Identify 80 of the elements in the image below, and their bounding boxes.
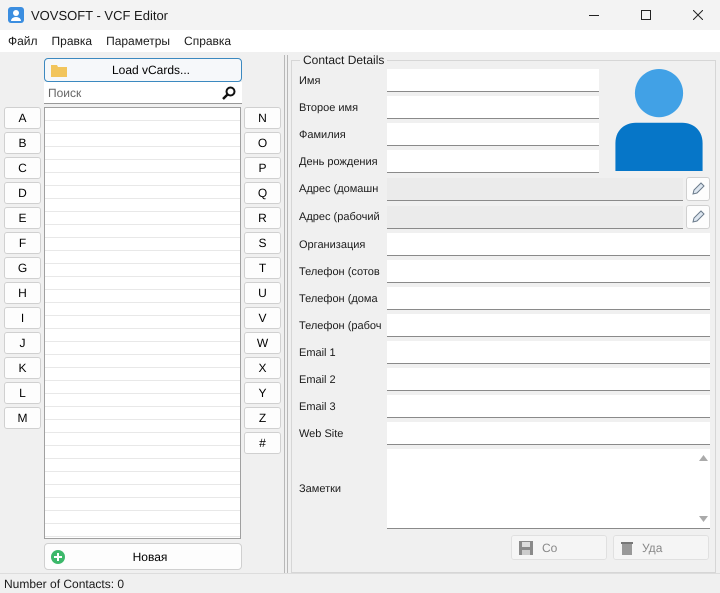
letter-button[interactable]: B — [4, 132, 41, 154]
menu-item[interactable]: Файл — [8, 34, 38, 48]
pencil-icon — [690, 181, 706, 197]
window-title: VOVSOFT - VCF Editor — [31, 8, 170, 22]
search-field[interactable]: Поиск — [44, 82, 242, 104]
text-field[interactable] — [387, 260, 710, 283]
letter-button[interactable]: Q — [244, 182, 281, 204]
letter-button[interactable]: K — [4, 357, 41, 379]
scroll-down-icon — [698, 516, 708, 522]
text-field[interactable] — [387, 314, 710, 337]
edit-button[interactable] — [686, 177, 710, 201]
field-label: Второе имя — [299, 100, 360, 116]
letter-button[interactable]: I — [4, 307, 41, 329]
menu-item[interactable]: Параметры — [106, 34, 170, 48]
app-icon — [8, 7, 24, 23]
field-label: День рождения — [299, 154, 379, 170]
notes-field[interactable] — [387, 449, 710, 529]
letter-button[interactable]: C — [4, 157, 41, 179]
letter-button[interactable]: M — [4, 407, 41, 429]
field-label: Организация — [299, 238, 366, 252]
text-field[interactable] — [387, 287, 710, 310]
menu-item[interactable]: Правка — [52, 34, 92, 48]
field-label: Телефон (дома — [299, 292, 379, 306]
text-field[interactable] — [387, 368, 710, 391]
field-label: Web Site — [299, 426, 344, 442]
letter-button[interactable]: N — [244, 107, 281, 129]
maximize-icon — [640, 10, 650, 20]
new-contact-button[interactable]: Новая — [44, 543, 242, 570]
letter-button[interactable]: L — [4, 382, 41, 404]
load-vcards-button[interactable]: Load vCards... — [44, 58, 242, 82]
person-avatar-icon — [613, 69, 705, 171]
field-label: Телефон (рабоч — [299, 318, 382, 334]
pencil-icon — [690, 209, 706, 225]
letter-button[interactable]: # — [244, 432, 281, 454]
menu-item[interactable]: Справка — [184, 34, 232, 48]
folder-icon — [51, 64, 67, 76]
field-label: Email 1 — [299, 346, 337, 360]
letter-button[interactable]: A — [4, 107, 41, 129]
field-label: Заметки — [299, 482, 342, 497]
search-icon — [222, 86, 236, 100]
minimize-icon — [588, 14, 598, 16]
field-label: Email 3 — [299, 400, 337, 414]
letter-button[interactable]: O — [244, 132, 281, 154]
letter-button[interactable]: T — [244, 257, 281, 279]
trash-icon — [620, 540, 634, 556]
text-field[interactable] — [387, 150, 599, 173]
field-label: Телефон (сотов — [299, 264, 381, 280]
text-field[interactable] — [387, 96, 599, 119]
plus-icon — [51, 550, 65, 564]
text-field[interactable] — [387, 422, 710, 445]
letter-button[interactable]: Z — [244, 407, 281, 429]
group-title: Contact Details — [300, 53, 388, 67]
letter-button[interactable]: X — [244, 357, 281, 379]
letter-button[interactable]: E — [4, 207, 41, 229]
letter-button[interactable]: F — [4, 232, 41, 254]
text-field[interactable] — [387, 69, 599, 92]
letter-button[interactable]: P — [244, 157, 281, 179]
letter-button[interactable]: R — [244, 207, 281, 229]
text-field[interactable] — [387, 341, 710, 364]
close-icon — [692, 10, 702, 20]
field-label: Имя — [299, 74, 322, 88]
text-field[interactable] — [387, 123, 599, 146]
letter-button[interactable]: S — [244, 232, 281, 254]
letter-button[interactable]: U — [244, 282, 281, 304]
text-field[interactable] — [387, 395, 710, 418]
scroll-up-icon — [698, 455, 708, 461]
letter-button[interactable]: D — [4, 182, 41, 204]
letter-button[interactable]: H — [4, 282, 41, 304]
field-label: Адрес (домашн — [299, 182, 380, 196]
letter-button[interactable]: W — [244, 332, 281, 354]
letter-button[interactable]: G — [4, 257, 41, 279]
field-label: Email 2 — [299, 372, 337, 388]
field-label: Адрес (рабочий — [299, 210, 381, 224]
edit-button[interactable] — [686, 205, 710, 229]
letter-button[interactable]: V — [244, 307, 281, 329]
status-text: Number of Contacts: 0 — [0, 573, 720, 593]
field-label: Фамилия — [299, 128, 347, 142]
letter-button[interactable]: Y — [244, 382, 281, 404]
text-field[interactable] — [387, 233, 710, 256]
letter-button[interactable]: J — [4, 332, 41, 354]
